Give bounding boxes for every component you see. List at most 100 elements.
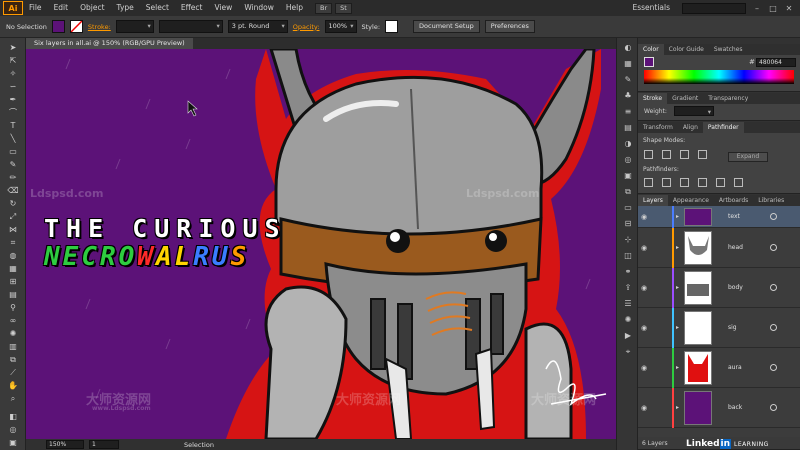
layer-name[interactable]: sig [728,324,737,331]
expand-arrow-icon[interactable]: ▸ [676,244,679,251]
stroke-swatch[interactable] [69,20,83,33]
expand-arrow-icon[interactable]: ▸ [676,404,679,411]
gradient-icon[interactable]: ▤ [620,122,636,134]
symbols-icon[interactable]: ♣ [620,90,636,102]
layer-target-icon[interactable] [770,284,777,291]
stock-button[interactable]: St [335,2,352,14]
gradient-tool-icon[interactable]: ▤ [2,289,24,301]
align-icon[interactable]: ⊟ [620,218,636,230]
tab-libraries[interactable]: Libraries [753,195,789,206]
artboard-navigator[interactable]: 1 [89,440,119,449]
shape-builder-tool-icon[interactable]: ◍ [2,250,24,262]
stroke-icon[interactable]: ≡ [620,106,636,118]
visibility-eye-icon[interactable]: ◉ [641,244,647,252]
rectangle-tool-icon[interactable]: ▭ [2,146,24,158]
fill-color-indicator[interactable] [644,57,654,67]
bridge-button[interactable]: Br [315,2,333,14]
expand-arrow-icon[interactable]: ▸ [676,213,679,220]
actions-icon[interactable]: ▶ [620,330,636,342]
brush-dropdown[interactable]: 3 pt. Round [227,20,288,33]
minus-front-icon[interactable] [662,150,671,159]
layer-target-icon[interactable] [770,364,777,371]
brushes-icon[interactable]: ✎ [620,74,636,86]
stroke-weight-dropdown[interactable] [115,20,154,33]
menu-effect[interactable]: Effect [175,0,209,16]
menu-edit[interactable]: Edit [48,0,75,16]
layer-name[interactable]: back [728,404,742,411]
pen-tool-icon[interactable]: ✒ [2,94,24,106]
opacity-input[interactable]: 100% [324,20,357,33]
style-swatch[interactable] [385,20,399,33]
tab-swatches[interactable]: Swatches [709,44,748,55]
symbol-sprayer-tool-icon[interactable]: ✺ [2,328,24,340]
tab-color[interactable]: Color [638,44,664,55]
exclude-icon[interactable] [698,150,707,159]
graphic-styles-icon[interactable]: ▣ [620,170,636,182]
lasso-tool-icon[interactable]: ∽ [2,81,24,93]
menu-window[interactable]: Window [238,0,280,16]
menu-object[interactable]: Object [74,0,110,16]
visibility-eye-icon[interactable]: ◉ [641,284,647,292]
draw-mode-icon[interactable]: ◎ [2,424,24,436]
layer-target-icon[interactable] [770,213,777,220]
outline-icon[interactable] [716,178,725,187]
screen-mode-icon[interactable]: ▣ [2,437,24,449]
layer-target-icon[interactable] [770,404,777,411]
swatches-icon[interactable]: ▦ [620,58,636,70]
tab-stroke[interactable]: Stroke [638,93,668,104]
artboards-icon[interactable]: ▭ [620,202,636,214]
pencil-tool-icon[interactable]: ✏ [2,172,24,184]
pathfinder-icon[interactable]: ◫ [620,250,636,262]
visibility-eye-icon[interactable]: ◉ [641,213,647,221]
properties-icon[interactable]: ✺ [620,314,636,326]
layer-name[interactable]: body [728,284,743,291]
intersect-icon[interactable] [680,150,689,159]
menu-help[interactable]: Help [280,0,309,16]
layer-row-aura[interactable]: ◉ ▸ aura [638,348,800,388]
stroke-label[interactable]: Stroke: [88,23,111,31]
slice-tool-icon[interactable]: ⟋ [2,367,24,379]
expand-button[interactable]: Expand [728,152,768,162]
visibility-eye-icon[interactable]: ◉ [641,404,647,412]
menu-type[interactable]: Type [111,0,140,16]
crop-icon[interactable] [698,178,707,187]
rotate-tool-icon[interactable]: ↻ [2,198,24,210]
layer-row-head[interactable]: ◉ ▸ head [638,228,800,268]
layer-row-back[interactable]: ◉ ▸ back [638,388,800,428]
menu-select[interactable]: Select [140,0,175,16]
visibility-eye-icon[interactable]: ◉ [641,364,647,372]
preferences-button[interactable]: Preferences [484,20,535,33]
libraries-icon[interactable]: ☰ [620,298,636,310]
layer-name[interactable]: text [728,213,740,220]
close-icon[interactable]: ✕ [784,4,794,13]
tab-align[interactable]: Align [678,122,703,133]
direct-selection-tool-icon[interactable]: ⇱ [2,55,24,67]
tab-artboards[interactable]: Artboards [714,195,753,206]
tab-layers[interactable]: Layers [638,195,668,206]
expand-arrow-icon[interactable]: ▸ [676,324,679,331]
menu-view[interactable]: View [209,0,239,16]
graph-tool-icon[interactable]: ▥ [2,341,24,353]
free-transform-tool-icon[interactable]: ⌗ [2,237,24,249]
document-setup-button[interactable]: Document Setup [413,20,480,33]
unite-icon[interactable] [644,150,653,159]
curvature-tool-icon[interactable]: ⌒ [2,107,24,119]
tab-appearance[interactable]: Appearance [668,195,714,206]
tab-color-guide[interactable]: Color Guide [664,44,709,55]
expand-arrow-icon[interactable]: ▸ [676,284,679,291]
maximize-icon[interactable]: □ [768,4,778,13]
artboard-canvas[interactable]: Ldspsd.com Ldspsd.com 大师资源网 大师资源网 大师资源网 … [26,49,616,439]
color-spectrum[interactable] [644,70,794,84]
tab-gradient[interactable]: Gradient [667,93,703,104]
eraser-tool-icon[interactable]: ⌫ [2,185,24,197]
variable-width-dropdown[interactable] [158,20,223,33]
width-tool-icon[interactable]: ⋈ [2,224,24,236]
document-tab[interactable]: Six layers in all.ai @ 150% (RGB/GPU Pre… [26,38,193,49]
layers-icon[interactable]: ⧉ [620,186,636,198]
paintbrush-tool-icon[interactable]: ✎ [2,159,24,171]
fill-stroke-icon[interactable]: ◧ [2,411,24,423]
layer-target-icon[interactable] [770,244,777,251]
opacity-label[interactable]: Opacity: [293,23,320,31]
tab-transparency[interactable]: Transparency [703,93,753,104]
layer-target-icon[interactable] [770,324,777,331]
